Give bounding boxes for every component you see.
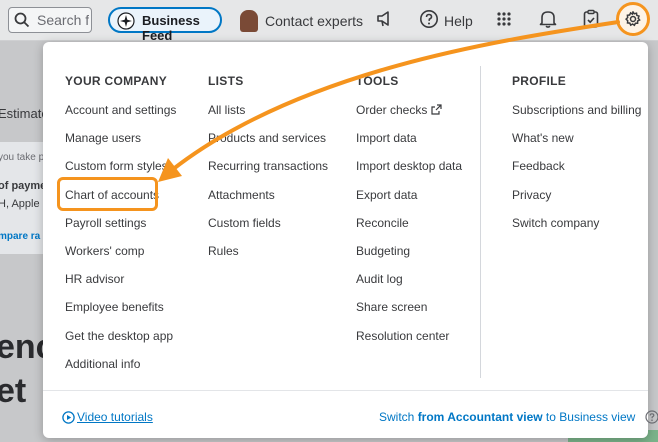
- settings-gear-button[interactable]: [616, 2, 650, 36]
- menu-item-share-screen[interactable]: Share screen: [356, 300, 462, 328]
- business-feed-label: Business Feed: [142, 13, 200, 43]
- info-question-icon[interactable]: [645, 410, 658, 427]
- search-input[interactable]: Search fo: [8, 7, 92, 33]
- menu-item-switch-company[interactable]: Switch company: [512, 216, 641, 244]
- column-tools: TOOLS Order checks Import data Import de…: [356, 74, 462, 357]
- menu-item-products-and-services[interactable]: Products and services: [208, 131, 328, 159]
- column-lists: LISTS All lists Products and services Re…: [208, 74, 328, 272]
- menu-item-custom-fields[interactable]: Custom fields: [208, 216, 328, 244]
- menu-item-import-data[interactable]: Import data: [356, 131, 462, 159]
- apps-grid-icon[interactable]: [496, 11, 512, 32]
- switch-view-link[interactable]: Switch from Accountant view to Business …: [379, 410, 658, 427]
- gear-icon: [625, 11, 641, 27]
- column-your-company: YOUR COMPANY Account and settings Manage…: [65, 74, 176, 385]
- menu-item-all-lists[interactable]: All lists: [208, 103, 328, 131]
- menu-item-subscriptions-and-billing[interactable]: Subscriptions and billing: [512, 103, 641, 131]
- menu-item-resolution-center[interactable]: Resolution center: [356, 329, 462, 357]
- switch-prefix: Switch: [379, 410, 418, 424]
- menu-item-additional-info[interactable]: Additional info: [65, 357, 176, 385]
- column-heading: YOUR COMPANY: [65, 74, 168, 88]
- menu-item-privacy[interactable]: Privacy: [512, 188, 641, 216]
- settings-menu: YOUR COMPANY Account and settings Manage…: [43, 42, 658, 438]
- menu-item-get-desktop-app[interactable]: Get the desktop app: [65, 329, 176, 357]
- card-subtitle: H, Apple: [0, 198, 40, 210]
- switch-suffix: to Business view: [542, 410, 636, 424]
- contact-experts-label: Contact experts: [265, 13, 364, 29]
- chart-of-accounts-highlight: [57, 177, 158, 211]
- column-heading: PROFILE: [512, 74, 567, 88]
- search-icon: [14, 12, 30, 33]
- menu-item-account-and-settings[interactable]: Account and settings: [65, 103, 176, 131]
- menu-item-employee-benefits[interactable]: Employee benefits: [65, 300, 176, 328]
- column-heading: LISTS: [208, 74, 244, 88]
- menu-item-payroll-settings[interactable]: Payroll settings: [65, 216, 176, 244]
- menu-item-reconcile[interactable]: Reconcile: [356, 216, 462, 244]
- play-circle-icon: [62, 411, 75, 427]
- expert-avatar: [240, 10, 258, 32]
- sparkle-icon: [117, 12, 135, 35]
- switch-bold: from Accountant view: [417, 410, 543, 424]
- menu-item-order-checks[interactable]: Order checks: [356, 103, 462, 131]
- top-bar: Search fo Business Feed Contact experts …: [0, 0, 658, 43]
- column-profile: PROFILE Subscriptions and billing What's…: [512, 74, 641, 244]
- menu-item-workers-comp[interactable]: Workers' comp: [65, 244, 176, 272]
- menu-item-budgeting[interactable]: Budgeting: [356, 244, 462, 272]
- business-feed-button[interactable]: Business Feed: [108, 7, 222, 43]
- menu-item-whats-new[interactable]: What's new: [512, 131, 641, 159]
- menu-item-audit-log[interactable]: Audit log: [356, 272, 462, 300]
- help-icon[interactable]: [419, 9, 439, 34]
- page-heading-line2: et: [0, 372, 27, 410]
- search-placeholder: Search fo: [37, 12, 89, 28]
- megaphone-icon[interactable]: [376, 9, 394, 34]
- external-link-icon: [431, 104, 442, 118]
- menu-item-manage-users[interactable]: Manage users: [65, 131, 176, 159]
- menu-item-hr-advisor[interactable]: HR advisor: [65, 272, 176, 300]
- card-title: of payme: [0, 180, 47, 192]
- footer-divider: [43, 390, 648, 391]
- clipboard-check-icon[interactable]: [583, 9, 599, 34]
- menu-item-attachments[interactable]: Attachments: [208, 188, 328, 216]
- card-link[interactable]: mpare ra: [0, 231, 40, 242]
- bell-icon[interactable]: [539, 9, 557, 34]
- menu-item-label: Order checks: [356, 103, 428, 117]
- column-heading: TOOLS: [356, 74, 399, 88]
- menu-item-export-data[interactable]: Export data: [356, 188, 462, 216]
- menu-item-feedback[interactable]: Feedback: [512, 159, 641, 187]
- help-label[interactable]: Help: [444, 13, 473, 29]
- video-tutorials-label: Video tutorials: [77, 410, 153, 424]
- column-divider: [480, 66, 481, 378]
- card-line: you take p: [0, 152, 45, 163]
- menu-item-import-desktop-data[interactable]: Import desktop data: [356, 159, 462, 187]
- menu-item-recurring-transactions[interactable]: Recurring transactions: [208, 159, 328, 187]
- estimates-tab[interactable]: Estimate: [0, 106, 49, 121]
- video-tutorials-link[interactable]: Video tutorials: [62, 410, 153, 427]
- menu-item-rules[interactable]: Rules: [208, 244, 328, 272]
